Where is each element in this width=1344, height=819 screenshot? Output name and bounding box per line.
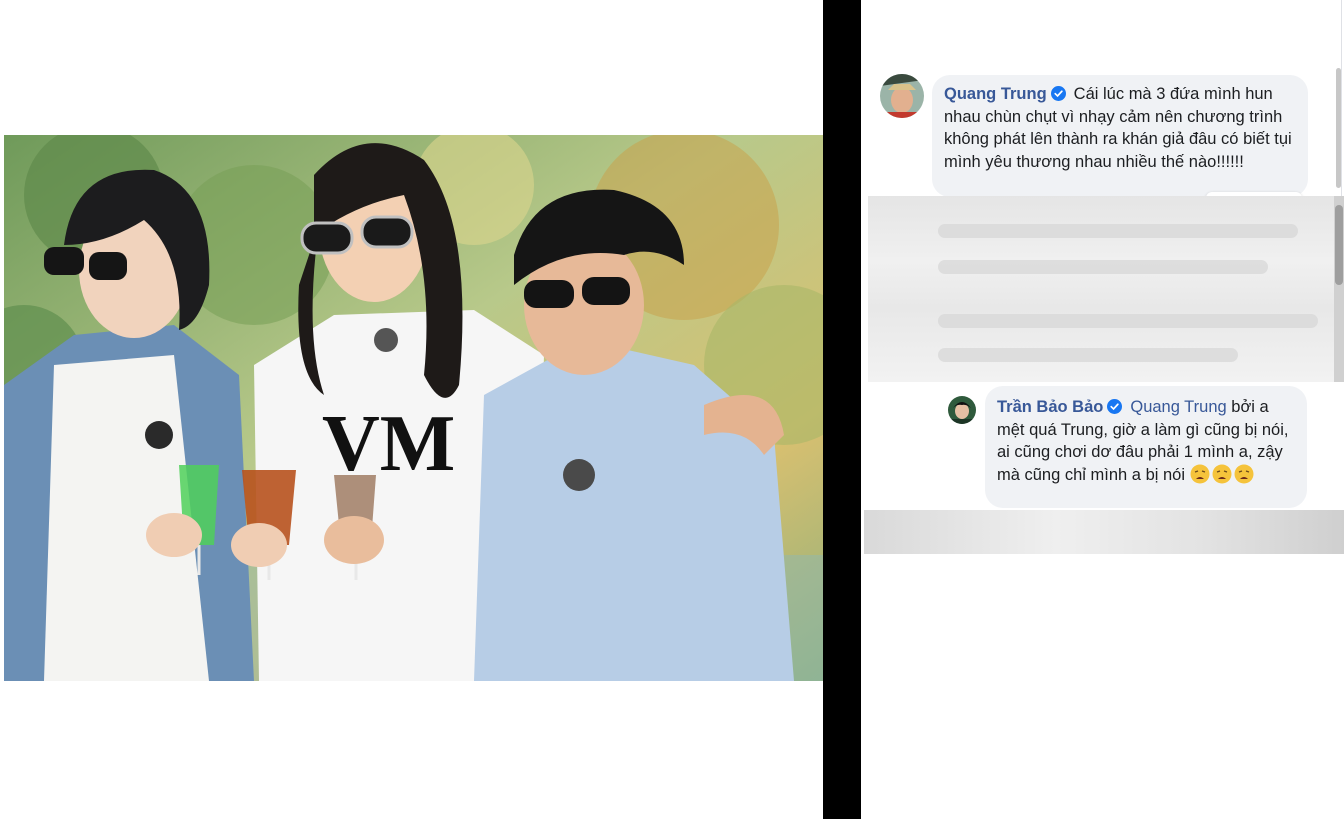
blurred-comments <box>868 196 1334 382</box>
comments-panel: Quang Trung Cái lúc mà 3 đứa mình hun nha… <box>861 0 1344 819</box>
comment-author[interactable]: Quang Trung <box>944 85 1047 103</box>
weary-face-icon <box>1234 464 1254 483</box>
verified-badge-icon <box>1107 399 1123 414</box>
comment-bubble: Quang Trung Cái lúc mà 3 đứa mình hun nha… <box>932 75 1308 196</box>
avatar[interactable] <box>880 74 924 118</box>
blurred-line <box>938 224 1298 238</box>
blurred-reactions <box>864 510 1344 554</box>
blurred-line <box>938 260 1268 274</box>
post-photo[interactable]: VM <box>4 135 823 681</box>
shirt-print: VM <box>322 400 455 488</box>
comment-screenshot-reply: Trần Bảo Bảo Quang Trung bởi a mệt quá Tr… <box>864 382 1341 510</box>
blurred-line <box>938 348 1238 362</box>
scrollbar-thumb[interactable] <box>1335 205 1343 285</box>
black-divider <box>823 0 861 819</box>
comment-screenshot-top: Quang Trung Cái lúc mà 3 đứa mình hun nha… <box>864 0 1342 196</box>
reply-bubble: Trần Bảo Bảo Quang Trung bởi a mệt quá Tr… <box>985 386 1307 508</box>
user-avatar-icon <box>948 396 976 424</box>
mention-link[interactable]: Quang Trung <box>1130 398 1226 416</box>
user-avatar-icon <box>880 74 924 118</box>
verified-badge-icon <box>1050 86 1066 101</box>
weary-face-icon <box>1190 464 1210 483</box>
group-photo-three-men: VM <box>4 135 823 681</box>
comment-author[interactable]: Trần Bảo Bảo <box>997 398 1103 416</box>
blurred-line <box>938 314 1318 328</box>
photo-panel: VM <box>0 0 823 819</box>
weary-face-icon <box>1212 464 1232 483</box>
avatar[interactable] <box>948 396 976 424</box>
scrollbar[interactable] <box>1336 68 1341 188</box>
